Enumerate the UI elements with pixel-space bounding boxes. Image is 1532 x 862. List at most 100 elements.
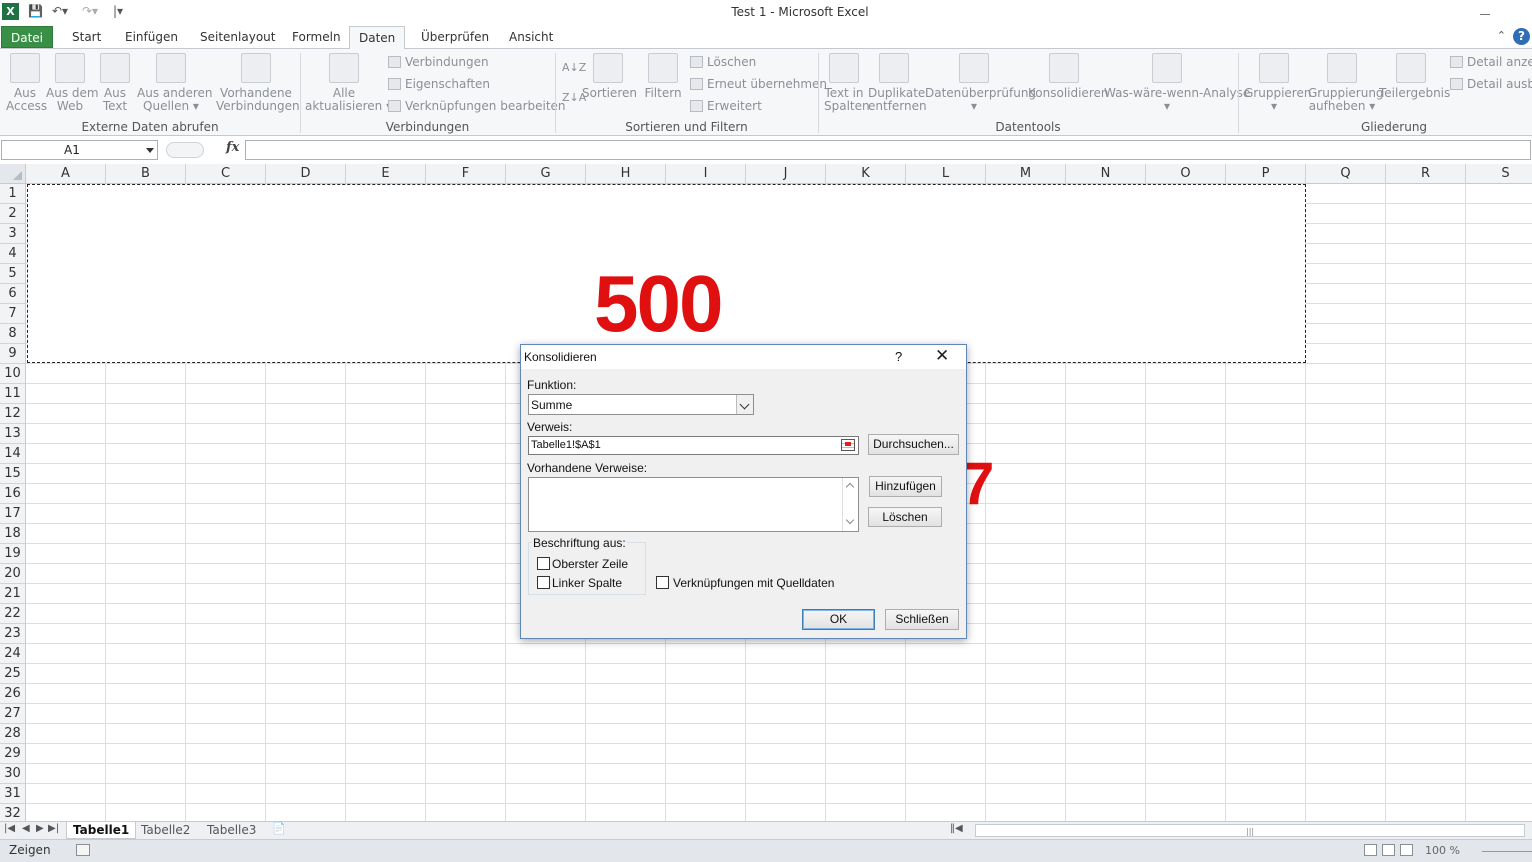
alle-aktualisieren-button[interactable]: Alle aktualisieren ▾	[305, 53, 392, 113]
row-header[interactable]: 28	[0, 724, 25, 744]
durchsuchen-button[interactable]: Durchsuchen...	[868, 434, 959, 455]
column-header[interactable]: N	[1066, 164, 1146, 184]
vorhandene-verweise-list[interactable]	[528, 477, 859, 532]
column-header[interactable]: O	[1146, 164, 1226, 184]
row-header[interactable]: 14	[0, 444, 25, 464]
aus-dem-web-button[interactable]: Aus dem Web	[46, 53, 99, 113]
column-header[interactable]: A	[26, 164, 106, 184]
chevron-down-icon[interactable]	[146, 148, 154, 153]
verknuepfungen-checkbox[interactable]	[656, 576, 669, 589]
row-header[interactable]: 31	[0, 784, 25, 804]
row-header[interactable]: 32	[0, 804, 25, 821]
macro-record-icon[interactable]	[76, 844, 90, 856]
column-header[interactable]: M	[986, 164, 1066, 184]
close-icon[interactable]: ✕	[935, 346, 949, 366]
chevron-down-icon[interactable]	[736, 395, 753, 414]
column-header[interactable]: E	[346, 164, 426, 184]
minimize-icon[interactable]	[1478, 2, 1494, 18]
datenueberpruefung-button[interactable]: Datenüberprüfung ▾	[925, 53, 1036, 113]
hinzufuegen-button[interactable]: Hinzufügen	[869, 476, 942, 497]
vorhandene-verbindungen-button[interactable]: Vorhandene Verbindungen	[216, 53, 300, 113]
row-header[interactable]: 4	[0, 244, 25, 264]
tab-seitenlayout[interactable]: Seitenlayout	[191, 26, 284, 48]
chevron-up-icon[interactable]	[845, 482, 855, 492]
prev-sheet-icon[interactable]: ◀	[22, 823, 30, 834]
horizontal-scrollbar[interactable]: |||	[975, 824, 1525, 837]
select-all-button[interactable]	[0, 164, 26, 184]
sheet-tab-tabelle2[interactable]: Tabelle2	[135, 822, 196, 839]
aus-text-button[interactable]: Aus Text	[99, 53, 131, 113]
row-header[interactable]: 29	[0, 744, 25, 764]
row-header[interactable]: 24	[0, 644, 25, 664]
row-header[interactable]: 2	[0, 204, 25, 224]
schliessen-button[interactable]: Schließen	[885, 609, 959, 630]
row-header[interactable]: 13	[0, 424, 25, 444]
oberster-zeile-checkbox[interactable]	[537, 557, 550, 570]
row-header[interactable]: 3	[0, 224, 25, 244]
detail-anzeigen-button[interactable]: Detail anzeig	[1450, 53, 1532, 71]
tab-split-icon[interactable]: ‖◀	[950, 823, 963, 834]
page-break-view-icon[interactable]	[1400, 844, 1413, 856]
column-header[interactable]: G	[506, 164, 586, 184]
column-header[interactable]: F	[426, 164, 506, 184]
ribbon-minimize-icon[interactable]: ⌃	[1497, 29, 1506, 42]
row-header[interactable]: 8	[0, 324, 25, 344]
filtern-button[interactable]: Filtern	[644, 53, 682, 100]
sortieren-button[interactable]: Sortieren	[582, 53, 637, 100]
row-header[interactable]: 30	[0, 764, 25, 784]
list-scrollbar[interactable]	[842, 478, 858, 531]
tab-ansicht[interactable]: Ansicht	[500, 26, 562, 48]
help-icon[interactable]: ?	[1513, 28, 1530, 45]
row-header[interactable]: 11	[0, 384, 25, 404]
sheet-tab-tabelle3[interactable]: Tabelle3	[201, 822, 262, 839]
column-header[interactable]: S	[1466, 164, 1532, 184]
gruppieren-button[interactable]: Gruppieren ▾	[1244, 53, 1311, 113]
insert-function-icon[interactable]: fx	[226, 140, 239, 155]
column-header[interactable]: D	[266, 164, 346, 184]
last-sheet-icon[interactable]: ▶|	[48, 823, 59, 834]
column-header[interactable]: L	[906, 164, 986, 184]
row-header[interactable]: 22	[0, 604, 25, 624]
zoom-slider[interactable]	[1482, 851, 1532, 852]
detail-ausblenden-button[interactable]: Detail ausble	[1450, 75, 1532, 93]
funktion-select[interactable]: Summe	[528, 394, 754, 415]
teilergebnis-button[interactable]: Teilergebnis	[1379, 53, 1450, 100]
oberster-zeile-label[interactable]: Oberster Zeile	[552, 557, 628, 571]
row-header[interactable]: 19	[0, 544, 25, 564]
row-header[interactable]: 9	[0, 344, 25, 364]
verknuepfungen-bearbeiten-button[interactable]: Verknüpfungen bearbeiten	[388, 97, 566, 115]
page-layout-view-icon[interactable]	[1382, 844, 1395, 856]
erweitert-button[interactable]: Erweitert	[690, 97, 762, 115]
linker-spalte-label[interactable]: Linker Spalte	[552, 576, 622, 590]
next-sheet-icon[interactable]: ▶	[36, 823, 44, 834]
formula-input[interactable]	[245, 140, 1531, 160]
row-header[interactable]: 10	[0, 364, 25, 384]
column-header[interactable]: B	[106, 164, 186, 184]
verknuepfungen-label[interactable]: Verknüpfungen mit Quelldaten	[673, 576, 834, 590]
help-icon[interactable]: ?	[895, 349, 902, 364]
verbindungen-button[interactable]: Verbindungen	[388, 53, 489, 71]
row-header[interactable]: 26	[0, 684, 25, 704]
new-sheet-icon[interactable]: 📄	[272, 822, 286, 835]
row-header[interactable]: 7	[0, 304, 25, 324]
row-header[interactable]: 1	[0, 184, 25, 204]
column-header[interactable]: I	[666, 164, 746, 184]
row-header[interactable]: 23	[0, 624, 25, 644]
row-header[interactable]: 15	[0, 464, 25, 484]
row-header[interactable]: 18	[0, 524, 25, 544]
text-in-spalten-button[interactable]: Text in Spalten	[824, 53, 870, 113]
ok-button[interactable]: OK	[802, 609, 875, 630]
linker-spalte-checkbox[interactable]	[537, 576, 550, 589]
duplikate-entfernen-button[interactable]: Duplikate entfernen	[868, 53, 927, 113]
chevron-down-icon[interactable]	[845, 515, 855, 525]
column-header[interactable]: R	[1386, 164, 1466, 184]
tab-ueberpruefen[interactable]: Überprüfen	[412, 26, 498, 48]
loeschen-button[interactable]: Löschen	[868, 507, 942, 527]
column-header[interactable]: Q	[1306, 164, 1386, 184]
verweis-input[interactable]: Tabelle1!$A$1	[528, 436, 859, 455]
column-header[interactable]: C	[186, 164, 266, 184]
tab-start[interactable]: Start	[63, 26, 110, 48]
row-header[interactable]: 17	[0, 504, 25, 524]
aus-access-button[interactable]: Aus Access	[6, 53, 47, 113]
aus-anderen-quellen-button[interactable]: Aus anderen Quellen ▾	[137, 53, 213, 113]
